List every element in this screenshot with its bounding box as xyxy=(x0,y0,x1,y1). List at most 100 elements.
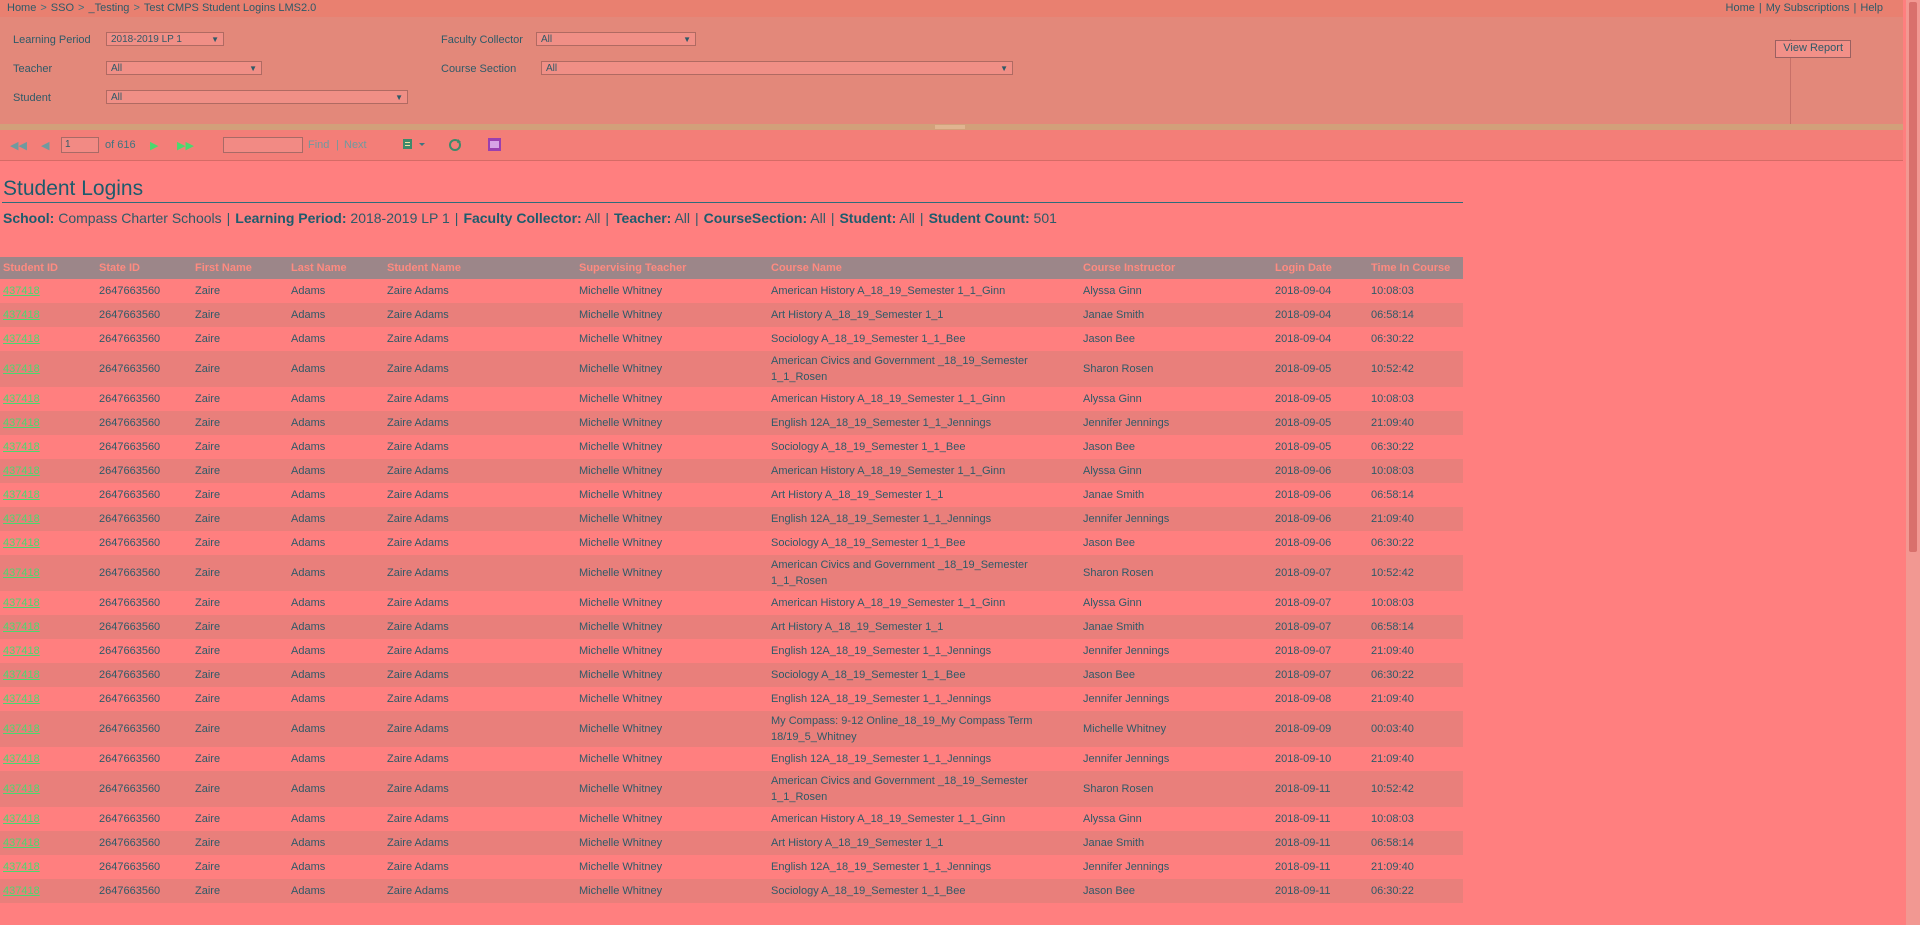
teacher-select[interactable]: All ▼ xyxy=(106,61,262,75)
table-cell: 437418 xyxy=(0,327,96,351)
find-next-link[interactable]: Next xyxy=(344,139,367,151)
course-section-select[interactable]: All ▼ xyxy=(541,61,1013,75)
column-header: State ID xyxy=(96,257,192,279)
table-cell: 06:58:14 xyxy=(1368,303,1463,327)
find-link[interactable]: Find xyxy=(308,139,329,151)
my-subscriptions-link[interactable]: My Subscriptions xyxy=(1766,2,1850,14)
help-link[interactable]: Help xyxy=(1860,2,1883,14)
chevron-down-icon: ▼ xyxy=(249,64,257,73)
table-cell: Michelle Whitney xyxy=(576,507,768,531)
next-page-icon[interactable]: ▶ xyxy=(150,139,158,152)
table-row: 437418 2647663560 Zaire Adams Zaire Adams Mic… xyxy=(0,687,1463,711)
student-id-link[interactable]: 437418 xyxy=(3,309,40,321)
student-id-link[interactable]: 437418 xyxy=(3,441,40,453)
breadcrumb: Home > SSO > _Testing > Test CMPS Student Logi… xyxy=(7,2,317,14)
print-icon[interactable] xyxy=(487,137,502,155)
student-id-link[interactable]: 437418 xyxy=(3,783,40,795)
scrollbar-thumb[interactable] xyxy=(1909,2,1917,552)
refresh-icon[interactable] xyxy=(447,137,463,156)
table-cell: Zaire xyxy=(192,483,288,507)
table-cell: Michelle Whitney xyxy=(576,855,768,879)
breadcrumb-home[interactable]: Home xyxy=(7,2,36,14)
student-select[interactable]: All ▼ xyxy=(106,90,408,104)
student-id-link[interactable]: 437418 xyxy=(3,363,40,375)
column-header: Course Instructor xyxy=(1080,257,1272,279)
filter-separator: | xyxy=(605,210,610,226)
faculty-collector-select[interactable]: All ▼ xyxy=(536,32,696,46)
table-cell: Zaire xyxy=(192,711,288,747)
table-cell: 437418 xyxy=(0,279,96,303)
table-cell: 06:58:14 xyxy=(1368,615,1463,639)
table-cell: Zaire Adams xyxy=(384,639,576,663)
filter-label: Teacher: xyxy=(614,210,672,226)
table-cell: American History A_18_19_Semester 1_1_Gi… xyxy=(768,279,1080,303)
previous-page-icon[interactable]: ◀ xyxy=(41,139,49,152)
table-cell: 10:08:03 xyxy=(1368,807,1463,831)
table-cell: Zaire xyxy=(192,831,288,855)
table-cell: 2018-09-08 xyxy=(1272,687,1368,711)
first-page-icon[interactable]: ◀◀ xyxy=(10,139,27,152)
parameters-panel: Learning Period 2018-2019 LP 1 ▼ Faculty … xyxy=(0,17,1903,129)
student-id-link[interactable]: 437418 xyxy=(3,489,40,501)
table-cell: Michelle Whitney xyxy=(576,771,768,807)
table-cell: Janae Smith xyxy=(1080,615,1272,639)
table-cell: Zaire xyxy=(192,615,288,639)
view-report-button[interactable]: View Report xyxy=(1775,40,1851,58)
learning-period-select[interactable]: 2018-2019 LP 1 ▼ xyxy=(106,32,224,46)
find-input[interactable] xyxy=(223,137,303,153)
breadcrumb-sso[interactable]: SSO xyxy=(51,2,74,14)
student-id-link[interactable]: 437418 xyxy=(3,465,40,477)
home-link[interactable]: Home xyxy=(1726,2,1755,14)
student-id-link[interactable]: 437418 xyxy=(3,333,40,345)
table-cell: Zaire Adams xyxy=(384,387,576,411)
table-cell: 2018-09-07 xyxy=(1272,615,1368,639)
table-cell: Michelle Whitney xyxy=(576,435,768,459)
table-cell: 437418 xyxy=(0,507,96,531)
table-row: 437418 2647663560 Zaire Adams Zaire Adams Mic… xyxy=(0,411,1463,435)
table-cell: 21:09:40 xyxy=(1368,687,1463,711)
table-row: 437418 2647663560 Zaire Adams Zaire Adams Mic… xyxy=(0,591,1463,615)
table-cell: Adams xyxy=(288,411,384,435)
student-id-link[interactable]: 437418 xyxy=(3,417,40,429)
table-cell: Zaire xyxy=(192,531,288,555)
student-id-link[interactable]: 437418 xyxy=(3,567,40,579)
student-id-link[interactable]: 437418 xyxy=(3,645,40,657)
student-id-link[interactable]: 437418 xyxy=(3,513,40,525)
student-id-link[interactable]: 437418 xyxy=(3,693,40,705)
splitter-grip[interactable] xyxy=(935,125,965,129)
page-number-input[interactable]: 1 xyxy=(61,137,99,153)
student-id-link[interactable]: 437418 xyxy=(3,393,40,405)
student-id-link[interactable]: 437418 xyxy=(3,669,40,681)
student-id-link[interactable]: 437418 xyxy=(3,621,40,633)
table-cell: Adams xyxy=(288,351,384,387)
table-cell: Adams xyxy=(288,591,384,615)
vertical-scrollbar[interactable] xyxy=(1906,0,1920,925)
table-cell: Michelle Whitney xyxy=(576,615,768,639)
table-cell: 2647663560 xyxy=(96,531,192,555)
table-cell: Zaire Adams xyxy=(384,459,576,483)
student-id-link[interactable]: 437418 xyxy=(3,837,40,849)
filter-label: School: xyxy=(3,210,55,226)
export-icon[interactable] xyxy=(402,137,426,154)
table-row: 437418 2647663560 Zaire Adams Zaire Adams Mic… xyxy=(0,459,1463,483)
table-cell: 2647663560 xyxy=(96,771,192,807)
student-id-link[interactable]: 437418 xyxy=(3,753,40,765)
student-id-link[interactable]: 437418 xyxy=(3,861,40,873)
student-id-link[interactable]: 437418 xyxy=(3,285,40,297)
table-cell: Adams xyxy=(288,459,384,483)
table-cell: 2018-09-07 xyxy=(1272,639,1368,663)
breadcrumb-testing[interactable]: _Testing xyxy=(88,2,129,14)
table-cell: 06:30:22 xyxy=(1368,663,1463,687)
filter-value: All xyxy=(899,210,915,226)
table-cell: Adams xyxy=(288,855,384,879)
student-id-link[interactable]: 437418 xyxy=(3,885,40,897)
last-page-icon[interactable]: ▶▶ xyxy=(177,139,194,152)
student-id-link[interactable]: 437418 xyxy=(3,723,40,735)
table-cell: Michelle Whitney xyxy=(576,483,768,507)
table-cell: 2018-09-06 xyxy=(1272,483,1368,507)
student-id-link[interactable]: 437418 xyxy=(3,537,40,549)
table-cell: 2018-09-11 xyxy=(1272,879,1368,903)
student-id-link[interactable]: 437418 xyxy=(3,597,40,609)
table-cell: Jennifer Jennings xyxy=(1080,687,1272,711)
student-id-link[interactable]: 437418 xyxy=(3,813,40,825)
